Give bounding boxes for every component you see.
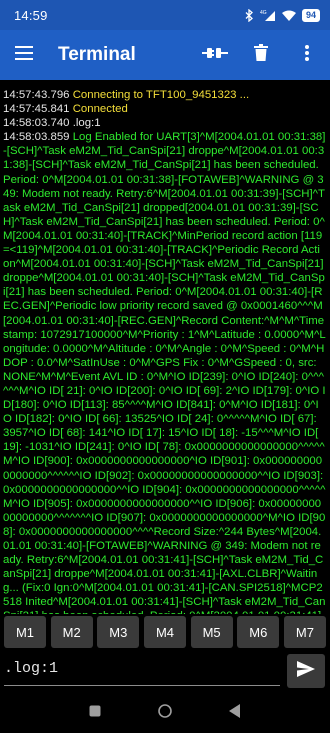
log-line: 14:58:03.740 .log:1 xyxy=(3,116,326,130)
log-line: 14:58:03.859 Log Enabled for UART[3]^M[2… xyxy=(3,130,326,614)
macro-button-m1[interactable]: M1 xyxy=(4,616,46,648)
log-message: .log:1 xyxy=(72,117,101,130)
terminal-output[interactable]: 14:57:43.796 Connecting to TFT100_945132… xyxy=(0,80,330,614)
more-options-button[interactable] xyxy=(284,30,330,80)
log-message: Log Enabled for UART[3]^M[2004.01.01 00:… xyxy=(3,131,326,614)
macro-button-m4[interactable]: M4 xyxy=(143,616,186,648)
log-timestamp: 14:57:43.796 xyxy=(3,89,73,101)
log-message: Connecting to TFT100_9451323 ... xyxy=(72,89,250,101)
log-timestamp: 14:58:03.740 xyxy=(3,117,73,130)
app-bar: Terminal xyxy=(0,30,330,80)
trash-icon xyxy=(254,44,268,66)
macro-button-m5[interactable]: M5 xyxy=(190,616,233,648)
log-line: 14:57:43.796 Connecting to TFT100_945132… xyxy=(3,88,326,102)
log-timestamp: 14:58:03.859 xyxy=(3,131,73,144)
menu-button[interactable] xyxy=(0,30,48,80)
connect-button[interactable] xyxy=(192,30,238,80)
hamburger-icon xyxy=(15,45,33,65)
more-vert-icon xyxy=(305,44,309,66)
macro-button-m2[interactable]: M2 xyxy=(50,616,93,648)
log-line: 14:57:45.841 Connected xyxy=(3,102,326,116)
back-icon[interactable] xyxy=(229,703,241,723)
command-bar: .log:1 xyxy=(0,654,330,690)
macro-buttons: M1 M2 M3 M4 M5 M6 M7 xyxy=(0,616,330,652)
macro-button-m7[interactable]: M7 xyxy=(283,616,326,648)
wifi-icon xyxy=(281,10,296,21)
log-timestamp: 14:57:45.841 xyxy=(3,103,73,116)
log-message: Connected xyxy=(72,103,128,116)
app-title: Terminal xyxy=(58,44,136,65)
bluetooth-icon xyxy=(245,8,254,22)
send-button[interactable] xyxy=(287,654,325,688)
clear-button[interactable] xyxy=(238,30,284,80)
macro-button-m6[interactable]: M6 xyxy=(237,616,280,648)
battery-indicator: 94 xyxy=(301,8,320,22)
command-input[interactable]: .log:1 xyxy=(4,654,280,686)
plug-connector-icon xyxy=(202,45,228,66)
status-bar: 14:59 4G 94 xyxy=(0,0,330,30)
recents-icon[interactable] xyxy=(89,704,101,722)
macro-button-m3[interactable]: M3 xyxy=(97,616,140,648)
app-actions xyxy=(192,30,330,80)
4g-signal-icon: 4G xyxy=(260,9,276,21)
status-time: 14:59 xyxy=(14,7,48,23)
svg-text:4G: 4G xyxy=(260,10,267,16)
send-icon xyxy=(297,660,315,682)
system-nav-bar xyxy=(0,693,330,733)
home-icon[interactable] xyxy=(158,703,172,723)
status-icons: 4G 94 xyxy=(245,8,320,22)
